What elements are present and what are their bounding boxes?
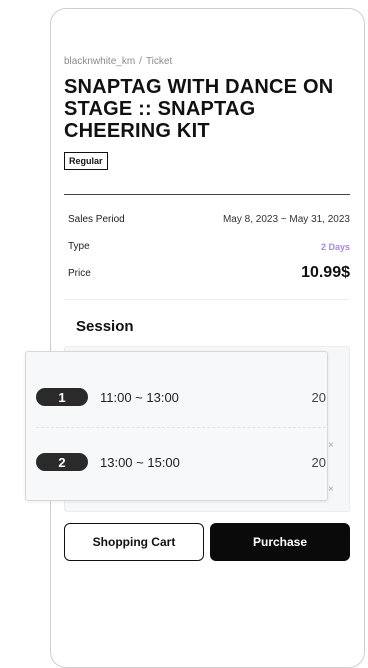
dropdown-divider <box>36 427 326 428</box>
session-time: 13:00 ~ 15:00 <box>100 454 180 470</box>
session-title: Session <box>76 318 134 335</box>
price-label: Price <box>68 267 91 279</box>
price-value: 10.99$ <box>301 264 350 281</box>
remove-session-2-icon[interactable]: × <box>328 484 334 495</box>
sales-period-value: May 8, 2023 ~ May 31, 2023 <box>222 214 350 225</box>
breadcrumb: blacknwhite_km / Ticket <box>64 56 172 67</box>
info-divider <box>64 299 350 300</box>
type-value: 2 Days <box>320 241 350 252</box>
shopping-cart-button[interactable]: Shopping Cart <box>64 523 204 561</box>
sales-period-row: Sales Period May 8, 2023 ~ May 31, 2023 <box>68 214 350 225</box>
type-label: Type <box>68 241 90 252</box>
session-number-badge: 2 <box>36 453 88 471</box>
breadcrumb-current: Ticket <box>145 56 173 67</box>
session-count: 20 <box>311 389 326 405</box>
ticket-type-badge: Regular <box>64 152 108 170</box>
breadcrumb-separator: / <box>139 56 142 67</box>
purchase-button[interactable]: Purchase <box>210 523 350 561</box>
sales-period-label: Sales Period <box>68 214 125 225</box>
session-time: 11:00 ~ 13:00 <box>100 389 179 405</box>
session-count: 20 <box>311 454 326 470</box>
title-divider <box>64 194 350 195</box>
session-option-2[interactable]: 2 13:00 ~ 15:00 20 <box>36 444 326 480</box>
type-row: Type 2 Days <box>68 241 350 252</box>
remove-session-1-icon[interactable]: × <box>328 440 334 451</box>
session-option-1[interactable]: 1 11:00 ~ 13:00 20 <box>36 379 326 415</box>
product-title: SNAPTAG WITH DANCE ON STAGE :: SNAPTAG C… <box>64 76 334 142</box>
breadcrumb-seller[interactable]: blacknwhite_km <box>64 56 135 67</box>
session-number-badge: 1 <box>36 388 88 406</box>
session-dropdown[interactable]: 1 11:00 ~ 13:00 20 2 13:00 ~ 15:00 20 <box>25 351 328 501</box>
price-row: Price 10.99$ <box>68 264 350 282</box>
